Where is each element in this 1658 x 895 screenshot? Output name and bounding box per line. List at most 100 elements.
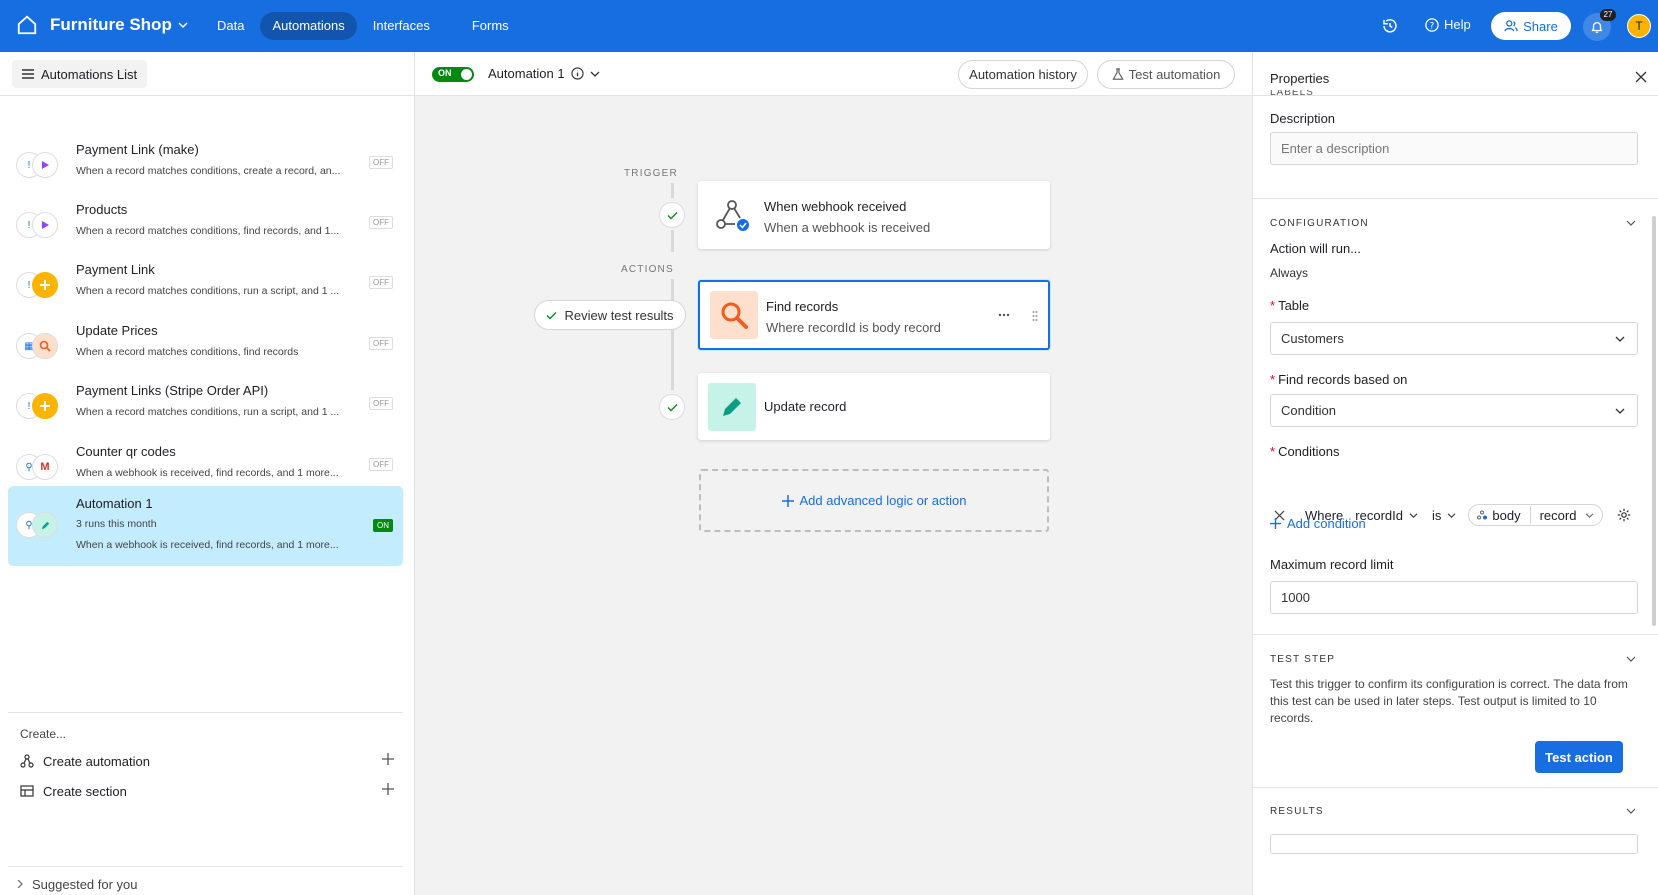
automation-history-button[interactable]: Automation history xyxy=(958,60,1088,89)
automation-desc: When a webhook is received, find records… xyxy=(76,467,339,479)
automation-name: Automation 1 xyxy=(76,496,153,511)
info-icon[interactable] xyxy=(570,67,584,80)
avatar[interactable]: T xyxy=(1627,14,1651,38)
automation-header: ON Automation 1 Automation history Test … xyxy=(415,52,1252,96)
condition-operator-select[interactable]: is xyxy=(1432,508,1456,523)
chevron-down-icon[interactable] xyxy=(1626,807,1636,815)
table-select-value: Customers xyxy=(1281,331,1344,346)
drag-handle-icon[interactable] xyxy=(1032,310,1038,322)
webhook-icon xyxy=(1477,510,1488,520)
chevron-down-icon[interactable] xyxy=(1626,655,1636,663)
update-record-card[interactable]: Update record xyxy=(698,373,1050,440)
update-record-title: Update record xyxy=(764,399,847,414)
review-test-results-button[interactable]: Review test results xyxy=(534,300,686,330)
close-icon[interactable] xyxy=(1635,71,1647,83)
automation-item-selected[interactable]: ⚲ Automation 1 3 runs this month When a … xyxy=(8,486,403,566)
nav-data[interactable]: Data xyxy=(205,12,256,40)
check-icon xyxy=(667,403,677,411)
chevron-down-icon xyxy=(178,22,188,29)
trigger-status xyxy=(659,202,685,228)
share-label: Share xyxy=(1523,18,1558,34)
panel-scrollbar[interactable] xyxy=(1652,216,1656,626)
plus-icon[interactable] xyxy=(381,782,395,796)
bell-icon xyxy=(1591,21,1603,33)
nav-forms[interactable]: Forms xyxy=(460,12,521,40)
top-bar: Furniture Shop Data Automations Interfac… xyxy=(0,0,1658,52)
menu-icon xyxy=(22,69,34,79)
automation-item[interactable]: ▦ Update Prices When a record matches co… xyxy=(8,313,403,377)
suggested-section[interactable]: Suggested for you xyxy=(8,866,403,895)
create-section-button[interactable]: Create section xyxy=(20,779,395,803)
gmail-icon: M xyxy=(32,454,58,480)
properties-panel: Properties LABELS Description Enter a de… xyxy=(1252,52,1658,895)
base-title[interactable]: Furniture Shop xyxy=(50,15,188,35)
automation-item[interactable]: ǃ Payment Links (Stripe Order API) When … xyxy=(8,373,403,437)
find-records-title: Find records xyxy=(766,299,839,314)
add-advanced-logic-label: Add advanced logic or action xyxy=(799,493,967,508)
description-input[interactable]: Enter a description xyxy=(1270,132,1638,165)
test-action-button[interactable]: Test action xyxy=(1535,741,1623,773)
run-icon xyxy=(32,212,58,238)
help-icon: ? xyxy=(1425,17,1439,32)
automation-toggle[interactable]: ON xyxy=(432,67,474,82)
chevron-down-icon[interactable] xyxy=(590,70,600,78)
automation-name: Update Prices xyxy=(76,323,158,338)
automations-list-button[interactable]: Automations List xyxy=(12,60,148,88)
test-automation-button[interactable]: Test automation xyxy=(1097,60,1235,89)
actions-section-label: ACTIONS xyxy=(621,264,674,275)
plus-icon[interactable] xyxy=(381,752,395,766)
gear-icon[interactable] xyxy=(1617,508,1631,522)
notification-count: 27 xyxy=(1600,9,1616,21)
trigger-card-title: When webhook received xyxy=(764,199,907,214)
automation-desc: When a record matches conditions, run a … xyxy=(76,406,340,418)
main-nav: Data Automations Interfaces Forms xyxy=(205,12,521,40)
trigger-card-subtitle: When a webhook is received xyxy=(764,220,931,235)
add-condition-button[interactable]: Add condition xyxy=(1270,516,1366,531)
create-automation-button[interactable]: Create automation xyxy=(20,749,395,773)
webhook-icon xyxy=(708,191,756,239)
nav-automations[interactable]: Automations xyxy=(260,12,357,40)
connector-line xyxy=(671,279,674,390)
trigger-card[interactable]: When webhook received When a webhook is … xyxy=(698,181,1050,249)
help-button[interactable]: ? Help xyxy=(1425,17,1471,32)
automation-item[interactable]: ǃ Payment Link (make) When a record matc… xyxy=(8,132,403,196)
test-step-description: Test this trigger to confirm its configu… xyxy=(1270,677,1628,725)
automation-desc: When a record matches conditions, create… xyxy=(76,165,341,177)
status-badge: OFF xyxy=(369,276,393,289)
automation-title[interactable]: Automation 1 xyxy=(488,66,600,81)
divider xyxy=(1253,198,1658,199)
pencil-icon xyxy=(32,512,58,538)
search-icon xyxy=(32,333,58,359)
find-based-on-select[interactable]: Condition xyxy=(1270,394,1638,427)
automation-runs: 3 runs this month xyxy=(76,518,157,530)
max-record-limit-input[interactable]: 1000 xyxy=(1270,581,1638,614)
toggle-knob xyxy=(461,69,472,80)
condition-value-token[interactable]: body record xyxy=(1468,504,1604,526)
automation-desc: When a record matches conditions, run a … xyxy=(76,285,340,297)
more-options-icon[interactable] xyxy=(998,313,1010,317)
find-based-on-value: Condition xyxy=(1281,403,1336,418)
automations-list-label: Automations List xyxy=(41,66,138,82)
share-button[interactable]: Share xyxy=(1491,12,1571,40)
automation-icon xyxy=(20,754,34,768)
connector-line xyxy=(671,183,674,198)
help-label: Help xyxy=(1444,17,1471,32)
find-records-card[interactable]: Find records Where recordId is body reco… xyxy=(698,280,1050,350)
table-select[interactable]: Customers xyxy=(1270,322,1638,355)
automation-name: Products xyxy=(76,202,128,217)
configuration-heading: CONFIGURATION xyxy=(1270,218,1369,229)
pencil-icon xyxy=(708,383,756,431)
nav-interfaces[interactable]: Interfaces xyxy=(361,12,442,40)
history-icon[interactable] xyxy=(1381,17,1399,35)
add-advanced-logic-button[interactable]: Add advanced logic or action xyxy=(699,469,1049,532)
labels-heading-clipped: LABELS xyxy=(1270,90,1314,98)
check-icon xyxy=(546,311,557,319)
chevron-down-icon[interactable] xyxy=(1626,219,1636,227)
automation-item[interactable]: ǃ Payment Link When a record matches con… xyxy=(8,252,403,316)
automation-item[interactable]: ǃ Products When a record matches conditi… xyxy=(8,192,403,256)
chevron-down-icon xyxy=(1447,512,1456,518)
plus-icon xyxy=(781,494,794,507)
home-icon[interactable] xyxy=(16,14,38,36)
create-automation-label: Create automation xyxy=(43,753,150,769)
properties-title: Properties xyxy=(1270,71,1330,86)
